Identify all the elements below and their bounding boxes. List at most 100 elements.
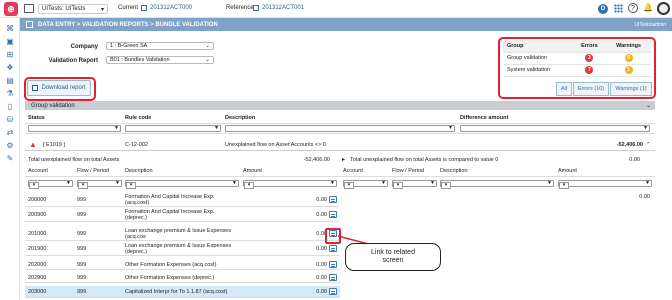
left-flow-filter[interactable]: ▾ ▼ — [77, 180, 122, 189]
database-icon[interactable]: ⛁ — [5, 116, 15, 124]
filter-icon: ▼ — [448, 125, 453, 131]
table-row-selected[interactable]: 203000 999 Capitalized Interpr for To 1.… — [25, 286, 340, 298]
section-header[interactable]: Group validation ⌄ — [25, 101, 655, 110]
status-filter[interactable]: ▼ — [28, 125, 121, 132]
help-icon[interactable]: ? — [628, 3, 638, 13]
summary-header-row: Group Errors Warnings — [503, 40, 651, 53]
transfer-icon[interactable]: ⇄ — [5, 129, 15, 137]
right-account-filter[interactable]: ▾ ▼ — [343, 180, 388, 189]
company-select[interactable]: 1 : B-Green SA ⌄ — [106, 42, 214, 50]
summary-table: Group Errors Warnings Group validation 3… — [503, 40, 651, 77]
filter-dropdown[interactable]: ▾ — [244, 182, 254, 189]
current-value[interactable]: 201312ACT000 — [150, 5, 192, 11]
description-line2: (deprec.) — [125, 215, 148, 221]
apps-grid-icon[interactable] — [614, 4, 623, 13]
summary-col-group: Group — [503, 40, 573, 53]
link-icon[interactable] — [329, 273, 337, 282]
page-icon — [26, 21, 33, 28]
description-line2: (acq.cos — [125, 234, 146, 240]
link-icon[interactable] — [329, 260, 337, 269]
consolidation-icon[interactable]: ⊞ — [5, 51, 15, 59]
tab-errors[interactable]: Errors (10) — [573, 82, 609, 96]
flask-icon[interactable]: ⚗ — [5, 90, 15, 98]
nav-selector[interactable]: UITests: UITests ▾ — [38, 4, 108, 14]
table-row[interactable]: 201900 999 Loan exchange premium & Issue… — [25, 242, 340, 256]
account-cell: 202000 — [28, 261, 47, 268]
summary-row[interactable]: System validation 7 1 — [503, 64, 651, 77]
right-panel-title: Total unexplained flow on total Assets i… — [350, 157, 499, 163]
breadcrumb: DATA ENTRY > VALIDATION REPORTS > BUNDLE… — [38, 21, 218, 28]
amount-cell: 0.00 — [316, 288, 327, 295]
filter-icon: ▼ — [547, 180, 552, 186]
table-row[interactable]: 202900 999 Other Formation Expenses (dep… — [25, 273, 340, 283]
chevron-down-icon: ⌄ — [645, 103, 651, 109]
tab-warnings[interactable]: Warnings (1) — [610, 82, 652, 96]
error-row[interactable]: ▲ [ E1019 ] C-12-002 Unexplained flow on… — [25, 139, 655, 151]
left-col-amount: Amount — [243, 168, 262, 174]
flow-cell: 999 — [77, 196, 87, 203]
table-row[interactable]: 200000 999 Formation And Capital Increas… — [25, 193, 340, 207]
error-count-badge: 7 — [585, 66, 594, 74]
link-icon[interactable] — [329, 193, 337, 206]
table-row[interactable]: 200900 999 Formation And Capital Increas… — [25, 208, 340, 222]
filter-dropdown[interactable]: ▾ — [344, 182, 354, 189]
filter-dropdown[interactable]: ▾ — [441, 182, 451, 189]
tools-icon[interactable]: ✎ — [5, 155, 15, 163]
rule-filter[interactable]: ▼ — [125, 125, 221, 132]
filter-dropdown[interactable]: ▾ — [78, 182, 88, 189]
callout-line2: screen — [382, 257, 404, 264]
left-description-filter[interactable]: ▾ ▼ — [125, 180, 239, 189]
summary-row[interactable]: Group validation 3 0 — [503, 52, 651, 65]
link-icon[interactable] — [329, 208, 337, 221]
table-row[interactable]: 201000 999 Loan exchange premium & Issue… — [25, 227, 340, 241]
settings-icon[interactable]: ⚙ — [5, 142, 15, 150]
filter-icon: ▼ — [645, 180, 650, 186]
left-account-filter[interactable]: ▾ ▼ — [28, 180, 73, 189]
account-cell: 201900 — [28, 245, 47, 252]
error-count-badge: 3 — [585, 54, 594, 62]
warning-triangle-icon: ▲ — [29, 140, 37, 149]
main-filter-row: ▼ ▼ ▼ ▼ — [25, 124, 655, 134]
validation-report-select[interactable]: B01 : Bundles Validation ⌄ — [106, 56, 214, 64]
right-description-filter[interactable]: ▾ ▼ — [440, 180, 554, 189]
account-cell: 200900 — [28, 211, 47, 218]
right-col-amount: Amount — [558, 168, 577, 174]
right-amount-filter[interactable]: ▾ ▼ — [558, 180, 652, 189]
filter-dropdown[interactable]: ▾ — [126, 182, 136, 189]
amount-cell: 0.00 — [316, 196, 327, 203]
filter-dropdown[interactable]: ▾ — [29, 182, 39, 189]
link-icon[interactable] — [329, 286, 337, 297]
error-rule: C-12-002 — [125, 141, 148, 148]
notifications-icon[interactable]: 🔔 — [643, 3, 653, 13]
filter-dropdown[interactable]: ▾ — [559, 182, 569, 189]
amount-filter[interactable]: ▼ — [460, 125, 650, 132]
filter-dropdown[interactable]: ▾ — [393, 182, 403, 189]
company-label: Company — [70, 44, 98, 50]
account-cell: 202900 — [28, 274, 47, 281]
binoculars-icon[interactable]: ⌘ — [5, 25, 15, 33]
right-first-amount: 0.00 — [639, 194, 650, 200]
breadcrumb-user: UITests\admin — [634, 21, 666, 28]
reports-icon[interactable]: ▤ — [5, 77, 15, 85]
summary-errors-cell: 3 — [572, 52, 607, 65]
data-entry-icon[interactable]: ▣ — [5, 38, 15, 46]
table-row[interactable]: 202000 999 Other Formation Expenses (acq… — [25, 260, 340, 270]
description-filter[interactable]: ▼ — [225, 125, 455, 132]
tab-all[interactable]: All — [556, 82, 572, 96]
network-icon[interactable]: ❖ — [5, 64, 15, 72]
user-badge[interactable]: D — [598, 4, 608, 14]
right-flow-filter[interactable]: ▾ ▼ — [392, 180, 437, 189]
breadcrumb-bar: DATA ENTRY > VALIDATION REPORTS > BUNDLE… — [20, 18, 672, 31]
document-icon[interactable]: ▯ — [5, 103, 15, 111]
avatar[interactable] — [657, 2, 670, 15]
amount-cell: 0.00 — [316, 274, 327, 281]
filter-icon: ▼ — [66, 180, 71, 186]
flow-cell: 999 — [77, 230, 87, 237]
description-cell: Other Formation Expenses (acq.cost) — [125, 261, 217, 268]
left-amount-filter[interactable]: ▾ ▼ — [243, 180, 337, 189]
col-description: Description — [225, 114, 256, 121]
chevron-up-icon[interactable]: ⌃ — [646, 139, 651, 150]
download-report-button[interactable]: Download report — [27, 80, 91, 96]
folder-icon[interactable] — [24, 4, 34, 13]
reference-value[interactable]: 201312ACT001 — [262, 5, 304, 11]
